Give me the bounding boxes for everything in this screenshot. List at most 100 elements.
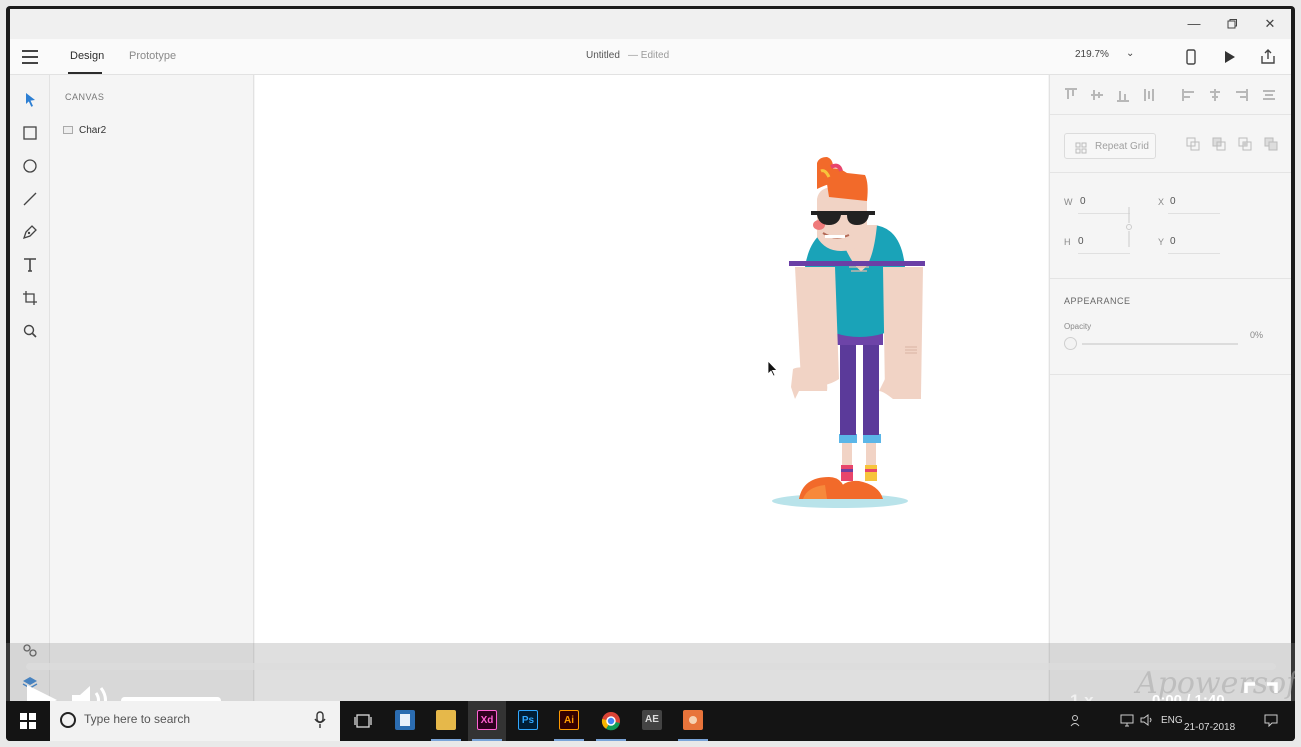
tab-active-underline (68, 72, 102, 74)
zoom-level[interactable]: 219.7% (1075, 49, 1109, 60)
zoom-tool-icon[interactable] (21, 322, 39, 340)
boolean-add-icon[interactable] (1186, 137, 1200, 151)
document-status: — Edited (628, 50, 670, 61)
app-header: Design Prototype Untitled — Edited 219.7… (10, 39, 1291, 75)
taskbar-app-generic[interactable] (386, 701, 424, 741)
rectangle-tool-icon[interactable] (21, 124, 39, 142)
character-illustration[interactable] (755, 155, 925, 510)
task-view-icon[interactable] (344, 701, 382, 741)
after-effects-icon: AE (642, 710, 662, 730)
x-input[interactable]: 0 (1170, 196, 1176, 207)
app-running-indicator (596, 739, 626, 741)
y-input[interactable]: 0 (1170, 236, 1176, 247)
x-underline (1168, 213, 1220, 214)
ellipse-tool-icon[interactable] (21, 157, 39, 175)
boolean-exclude-icon[interactable] (1264, 137, 1278, 151)
transform-section: W 0 H 0 X 0 Y 0 (1050, 175, 1291, 279)
align-top-icon[interactable] (1064, 88, 1078, 102)
text-tool-icon[interactable] (21, 256, 39, 274)
hamburger-menu-icon[interactable] (22, 50, 38, 64)
align-middle-icon[interactable] (1090, 88, 1104, 102)
lock-aspect-icon[interactable] (1122, 205, 1136, 249)
taskbar-chrome[interactable] (592, 701, 630, 741)
adobe-xd-icon: Xd (477, 710, 497, 730)
windows-taskbar: Type here to search Xd Ps Ai AE ENG 21-0… (6, 701, 1295, 741)
layers-panel-title: CANVAS (65, 92, 105, 102)
illustrator-icon: Ai (559, 710, 579, 730)
app-running-indicator (472, 739, 502, 741)
taskbar-date[interactable]: 21-07-2018 (1184, 722, 1235, 733)
notifications-icon[interactable] (1264, 713, 1278, 728)
align-toolbar (1050, 75, 1291, 115)
align-left-icon[interactable] (1182, 88, 1196, 102)
boolean-intersect-icon[interactable] (1238, 137, 1252, 151)
opacity-input[interactable]: 0% (1250, 330, 1263, 340)
video-controls-overlay (6, 643, 1295, 701)
select-tool-icon[interactable] (21, 91, 39, 109)
taskbar-photoshop[interactable]: Ps (509, 701, 547, 741)
layer-item[interactable]: Char2 (61, 123, 241, 141)
play-preview-icon[interactable] (1220, 48, 1238, 66)
pen-tool-icon[interactable] (21, 223, 39, 241)
width-label: W (1064, 197, 1073, 207)
repeat-grid-button[interactable]: Repeat Grid (1064, 133, 1156, 159)
taskbar-adobe-xd[interactable]: Xd (468, 701, 506, 741)
app-running-indicator (431, 739, 461, 741)
align-center-icon[interactable] (1208, 88, 1222, 102)
network-icon[interactable] (1120, 713, 1134, 727)
distribute-horizontal-icon[interactable] (1262, 88, 1276, 102)
speaker-icon[interactable] (1140, 713, 1154, 727)
design-canvas[interactable] (255, 75, 1048, 701)
taskbar-illustrator[interactable]: Ai (550, 701, 588, 741)
taskbar-app-orange[interactable] (674, 701, 712, 741)
height-label: H (1064, 237, 1071, 247)
tab-prototype[interactable]: Prototype (129, 50, 176, 62)
height-input[interactable]: 0 (1078, 236, 1084, 247)
align-right-icon[interactable] (1234, 88, 1248, 102)
mouse-cursor-icon (767, 360, 778, 377)
artboard-thumbnail-icon (63, 126, 73, 134)
restore-icon[interactable] (1222, 15, 1242, 33)
align-bottom-icon[interactable] (1116, 88, 1130, 102)
video-frame: — ✕ Design Prototype Untitled — Edited 2… (6, 6, 1295, 741)
appearance-section: APPEARANCE Opacity 0% (1050, 279, 1291, 375)
adobe-xd-window: — ✕ Design Prototype Untitled — Edited 2… (10, 9, 1291, 701)
language-indicator[interactable]: ENG (1161, 715, 1183, 726)
app-running-indicator (678, 739, 708, 741)
opacity-slider-track[interactable] (1082, 343, 1238, 345)
minimize-icon[interactable]: — (1184, 15, 1204, 33)
taskbar-after-effects[interactable]: AE (633, 701, 671, 741)
tools-toolbar (10, 75, 50, 701)
appearance-title: APPEARANCE (1064, 296, 1131, 306)
people-icon[interactable] (1070, 713, 1084, 727)
width-input[interactable]: 0 (1080, 196, 1086, 207)
document-title: Untitled (586, 50, 620, 61)
close-icon[interactable]: ✕ (1260, 15, 1280, 33)
microphone-icon[interactable] (314, 711, 326, 729)
opacity-label: Opacity (1064, 322, 1092, 331)
x-label: X (1158, 197, 1165, 207)
windows-start-icon[interactable] (20, 713, 36, 729)
opacity-slider-handle[interactable] (1064, 337, 1077, 350)
cortana-icon (60, 712, 76, 728)
layers-panel: CANVAS Char2 (51, 75, 254, 701)
device-preview-icon[interactable] (1182, 48, 1200, 66)
chevron-down-icon[interactable]: ⌄ (1126, 48, 1134, 59)
video-progress-bar[interactable] (26, 663, 1276, 670)
repeat-grid-section: Repeat Grid (1050, 123, 1291, 173)
taskbar-search-box[interactable]: Type here to search (50, 701, 340, 741)
app-running-indicator (554, 739, 584, 741)
property-inspector: Repeat Grid W 0 H 0 X 0 Y 0 APPEARANCE O… (1049, 75, 1291, 701)
title-bar: — ✕ (10, 9, 1291, 39)
boolean-subtract-icon[interactable] (1212, 137, 1226, 151)
taskbar-search-placeholder: Type here to search (84, 712, 191, 726)
line-tool-icon[interactable] (21, 190, 39, 208)
artboard-tool-icon[interactable] (21, 289, 39, 307)
chrome-icon (601, 712, 620, 731)
photoshop-icon: Ps (518, 710, 538, 730)
share-icon[interactable] (1259, 48, 1277, 66)
distribute-vertical-icon[interactable] (1142, 88, 1156, 102)
grid-icon (1075, 141, 1087, 154)
tab-design[interactable]: Design (70, 50, 104, 62)
taskbar-file-explorer[interactable] (427, 701, 465, 741)
